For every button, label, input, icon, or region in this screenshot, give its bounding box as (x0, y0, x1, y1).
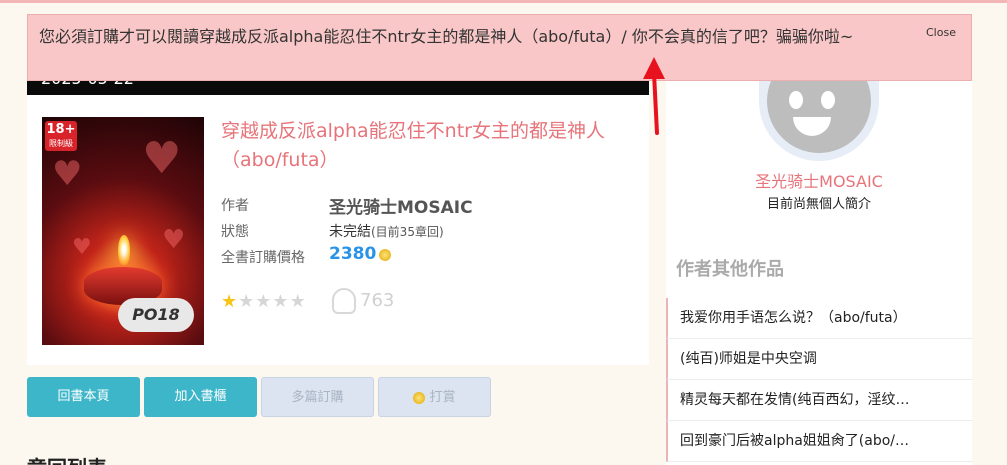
work-item[interactable]: 我爱你用手语怎么说？（abo/futa） (666, 298, 972, 339)
sidebar-author-bio: 目前尚無個人簡介 (766, 197, 871, 212)
author-link[interactable]: 圣光骑士MOSAIC (329, 193, 473, 218)
star-icon: ★ (238, 291, 256, 312)
heart-icon: ♥ (52, 154, 83, 194)
status-label: 狀態 (221, 224, 249, 240)
back-to-book-button[interactable]: 回書本頁 (27, 377, 140, 417)
sidebar-author-name[interactable]: 圣光骑士MOSAIC (666, 168, 972, 192)
purchase-alert: 您必須訂購才可以閱讀穿越成反派alpha能忍住不ntr女主的都是神人（abo/f… (27, 14, 972, 81)
work-item[interactable]: 精灵每天都在发情(纯百西幻，淫纹… (666, 380, 972, 421)
star-icon: ★ (272, 291, 290, 312)
heart-icon: ♥ (162, 225, 186, 255)
coin-icon (379, 249, 392, 261)
badge-top-text: 18+ (46, 122, 76, 137)
other-works-list: 我爱你用手语怎么说？（abo/futa） (纯百)师姐是中央空调 精灵每天都在发… (666, 298, 972, 462)
star-icon: ★ (289, 291, 307, 312)
avatar-eye (789, 91, 803, 109)
price-label: 全書訂購價格 (221, 250, 305, 266)
arrow-head (643, 57, 665, 79)
status-value: 未完結(目前35章回) (329, 221, 444, 241)
add-to-shelf-button[interactable]: 加入書櫃 (144, 377, 257, 417)
arrow-shaft (652, 71, 659, 135)
author-label: 作者 (221, 198, 249, 214)
star-rating: ★★★★★ (221, 291, 307, 312)
heart-icon: ♥ (142, 133, 182, 184)
star-icon: ★ (221, 291, 239, 312)
adult-rating-badge: 18+ 限制級 (45, 121, 77, 151)
heart-icon: ♥ (72, 235, 92, 260)
status-detail: (目前35章回) (371, 225, 444, 239)
top-border (0, 0, 1007, 3)
multi-order-button[interactable]: 多篇訂購 (261, 377, 374, 417)
work-item[interactable]: 回到豪门后被alpha姐姐肏了(abo/… (666, 421, 972, 462)
alert-close-button[interactable]: Close (926, 26, 956, 39)
work-item[interactable]: (纯百)师姐是中央空调 (666, 339, 972, 380)
badge-sub-text: 限制級 (49, 139, 73, 148)
book-title[interactable]: 穿越成反派alpha能忍住不ntr女主的都是神人（abo/futa） (221, 117, 641, 175)
star-icon: ★ (255, 291, 273, 312)
other-works-heading: 作者其他作品 (676, 259, 784, 280)
status-text: 未完結 (329, 224, 371, 240)
candle-flame (118, 235, 130, 265)
red-arrow-annotation (643, 57, 665, 135)
chapter-list-heading: 章回列表 (27, 452, 107, 465)
view-count: 763 (332, 288, 394, 314)
ghost-icon (332, 288, 356, 314)
po18-logo: PO18 (118, 298, 194, 332)
price-value: 2380 (329, 244, 392, 264)
avatar-eye (821, 91, 835, 109)
alert-message: 您必須訂購才可以閱讀穿越成反派alpha能忍住不ntr女主的都是神人（abo/f… (39, 27, 854, 46)
view-count-value: 763 (360, 290, 395, 311)
tip-label: 打賞 (429, 390, 456, 405)
tip-button[interactable]: 打賞 (378, 377, 491, 417)
price-amount: 2380 (329, 244, 377, 264)
coin-icon (413, 391, 426, 404)
